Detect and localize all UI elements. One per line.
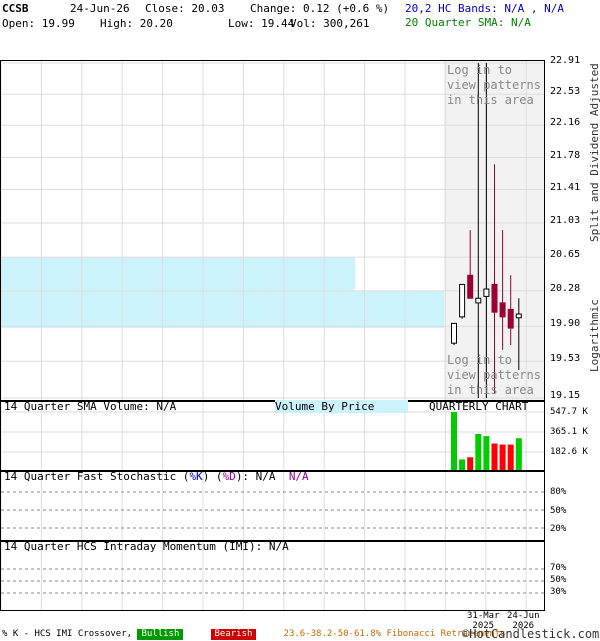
bullish-badge: Bullish xyxy=(137,629,184,640)
price-tick-label: 20.28 xyxy=(550,282,581,294)
volume-tick: 547.7 K xyxy=(550,407,588,417)
price-tick-label: 21.41 xyxy=(550,181,581,193)
volume-bar xyxy=(467,457,474,470)
price-tick-label: 19.90 xyxy=(550,318,581,330)
price-tick-label: 20.65 xyxy=(550,249,581,261)
brand-logo[interactable]: ©HotCandlestick.com xyxy=(462,627,599,641)
imi-panel: 14 Quarter HCS Intraday Momentum (IMI): … xyxy=(0,540,545,611)
crossover-label: % K - HCS IMI Crossover, xyxy=(2,629,133,639)
volume-bar xyxy=(459,459,466,470)
price-panel: Log in to view patterns in this area Log… xyxy=(0,60,545,401)
candle-body xyxy=(499,302,506,318)
price-chart xyxy=(1,61,544,400)
volume-by-price-band xyxy=(1,257,355,291)
footer-legend: % K - HCS IMI Crossover, Bullish Bearish… xyxy=(2,629,506,640)
volume-tick: 365.1 K xyxy=(550,427,588,437)
login-patterns-top[interactable]: Log in to view patterns in this area xyxy=(447,63,541,108)
candle-body xyxy=(515,313,522,319)
hc-bands-label: 20,2 HC Bands: N/A , N/A xyxy=(405,2,564,15)
price-tick-label: 22.16 xyxy=(550,117,581,129)
candle-body xyxy=(459,283,466,318)
price-tick-label: 21.03 xyxy=(550,215,581,226)
price-tick-label: 19.15 xyxy=(550,390,581,401)
split-adjusted-label: Split and Dividend Adjusted xyxy=(588,63,600,242)
change-value: Change: 0.12 (+0.6 %) xyxy=(250,2,390,15)
price-tick-label: 21.78 xyxy=(550,149,581,161)
quarterly-chart-label: QUARTERLY CHART xyxy=(429,400,529,413)
login-patterns-bottom[interactable]: Log in to view patterns in this area xyxy=(447,353,541,398)
imi-tick: 30% xyxy=(550,587,567,597)
sma-label: 20 Quarter SMA: N/A xyxy=(405,16,531,29)
price-tick-label: 22.53 xyxy=(550,86,581,98)
volume-panel-title: 14 Quarter SMA Volume: N/A xyxy=(4,400,177,413)
imi-tick: 70% xyxy=(550,563,567,573)
low-value: Low: 19.44 xyxy=(228,17,295,30)
price-tick-label: 22.91 xyxy=(550,55,581,66)
stochastic-title: 14 Quarter Fast Stochastic (%K) (%D): N/… xyxy=(4,470,309,483)
open-value: Open: 19.99 xyxy=(2,17,75,30)
candle-body xyxy=(483,288,490,297)
symbol: CCSB xyxy=(2,2,29,15)
bearish-badge: Bearish xyxy=(210,629,257,640)
volume-bar xyxy=(483,436,490,470)
volume-panel: 14 Quarter SMA Volume: N/A Volume By Pri… xyxy=(0,400,545,471)
stochastic-panel: 14 Quarter Fast Stochastic (%K) (%D): N/… xyxy=(0,470,545,541)
candle-body xyxy=(467,274,474,299)
volume-by-price-label: Volume By Price xyxy=(275,400,409,413)
volume-bar xyxy=(475,433,482,470)
volume-tick: 182.6 K xyxy=(550,447,588,457)
volume-bar xyxy=(451,412,457,470)
quote-date: 24-Jun-26 xyxy=(70,2,130,15)
imi-title: 14 Quarter HCS Intraday Momentum (IMI): … xyxy=(4,540,289,553)
candle-body xyxy=(451,322,457,344)
candle-body xyxy=(507,308,514,329)
imi-tick: 50% xyxy=(550,575,567,585)
logarithmic-label: Logarithmic xyxy=(588,299,600,372)
volume-bar xyxy=(491,443,498,470)
price-tick-label: 19.53 xyxy=(550,353,581,365)
high-value: High: 20.20 xyxy=(100,17,173,30)
stochastic-tick: 80% xyxy=(550,487,567,497)
volume-value: Vol: 300,261 xyxy=(290,17,370,30)
stochastic-tick: 50% xyxy=(550,506,567,516)
volume-bar xyxy=(499,444,506,470)
volume-bar xyxy=(515,438,522,470)
close-value: Close: 20.03 xyxy=(145,2,225,15)
stochastic-tick: 20% xyxy=(550,524,567,534)
volume-bar xyxy=(507,444,514,470)
candle-body xyxy=(491,283,498,313)
candle-body xyxy=(475,297,482,304)
